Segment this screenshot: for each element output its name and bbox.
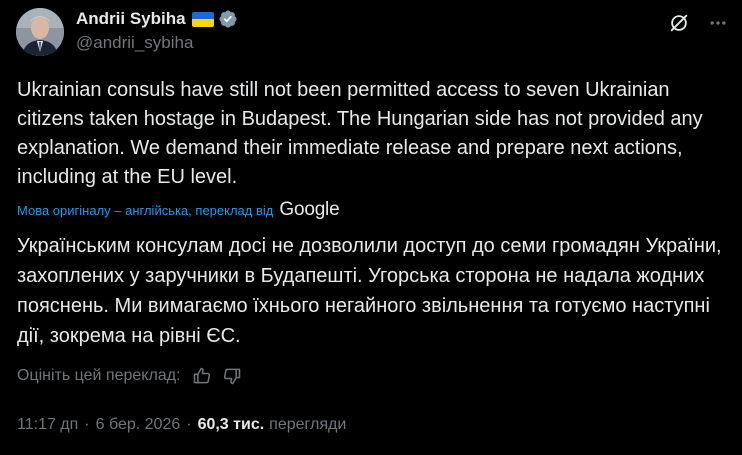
rate-translation-row: Оцініть цей переклад: xyxy=(17,366,242,386)
author-name-row: Andrii Sybiha xyxy=(76,8,238,30)
views-label: перегляди xyxy=(269,416,347,433)
views-count: 60,3 тис. xyxy=(197,416,265,433)
avatar[interactable] xyxy=(16,8,64,56)
thumbs-down-icon[interactable] xyxy=(222,366,242,386)
tweet-translated-text: Українським консулам досі не дозволили д… xyxy=(17,235,722,347)
translation-note[interactable]: Мова оригіналу – англійська, переклад ві… xyxy=(17,199,340,221)
author-name[interactable]: Andrii Sybiha xyxy=(76,9,186,29)
top-actions xyxy=(668,12,728,34)
thumbs-up-icon[interactable] xyxy=(192,366,212,386)
google-logo: Google xyxy=(279,199,340,220)
tweet-meta: 11:17 дп · 6 бер. 2026 · 60,3 тис. перег… xyxy=(17,416,346,434)
author-block: Andrii Sybiha @andrii_sybiha xyxy=(76,8,238,53)
verified-badge-icon[interactable] xyxy=(218,9,238,29)
separator-dot: · xyxy=(186,416,192,433)
translation-note-text[interactable]: Мова оригіналу – англійська, переклад ві… xyxy=(17,203,273,218)
more-options-icon[interactable] xyxy=(708,13,728,33)
ukraine-flag-icon xyxy=(191,11,214,27)
grok-icon[interactable] xyxy=(668,12,690,34)
separator-dot: · xyxy=(84,416,90,433)
author-handle[interactable]: @andrii_sybiha xyxy=(76,33,238,53)
rate-translation-label: Оцініть цей переклад: xyxy=(17,367,181,384)
tweet-time[interactable]: 11:17 дп xyxy=(17,416,78,434)
tweet-original-text: Ukrainian consuls have still not been pe… xyxy=(17,79,703,188)
tweet-date[interactable]: 6 бер. 2026 xyxy=(96,416,181,434)
